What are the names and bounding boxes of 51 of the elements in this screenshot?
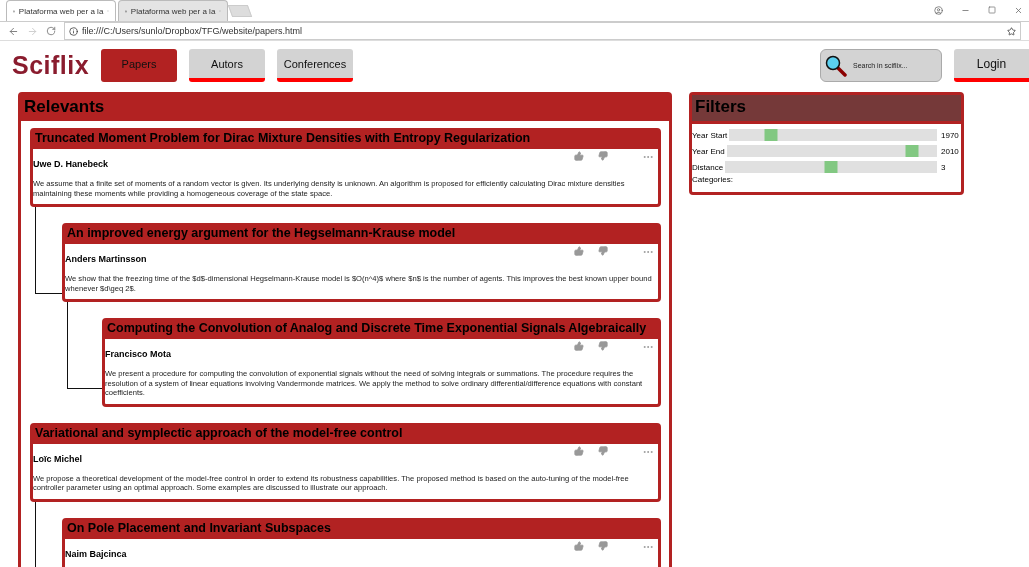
slider-label: Year End xyxy=(692,146,725,156)
panel-title: Relevants xyxy=(21,95,669,121)
slider-label: Distance xyxy=(692,162,724,172)
paper-card[interactable]: On Pole Placement and Invariant Subspaces Naim Bajcinca xyxy=(62,517,661,567)
reload-icon[interactable] xyxy=(46,26,56,36)
panel-title: Filters xyxy=(692,95,961,121)
paper-author: Loïc Michel xyxy=(33,453,83,464)
thumbs-down-icon[interactable] xyxy=(598,151,608,163)
nav-button[interactable]: Autors xyxy=(189,49,265,82)
slider-track[interactable] xyxy=(729,129,937,141)
thumbs-down-icon[interactable] xyxy=(598,246,608,258)
thumbs-up-icon[interactable] xyxy=(574,445,584,458)
forward-icon[interactable] xyxy=(27,25,38,37)
paper-author: Uwe D. Hanebeck xyxy=(33,159,110,169)
paper-card[interactable] xyxy=(30,128,661,207)
thumbs-down-icon[interactable] xyxy=(598,341,608,353)
paper-card[interactable] xyxy=(102,318,661,407)
bookmark-star-icon[interactable] xyxy=(1007,26,1016,36)
paper-card[interactable] xyxy=(62,223,661,302)
thumbs-up-icon[interactable] xyxy=(574,246,584,258)
slider-thumb[interactable] xyxy=(824,161,838,173)
nav-button[interactable]: Conferences xyxy=(277,49,353,82)
slider-thumb[interactable] xyxy=(764,129,778,141)
magnifier-icon xyxy=(825,54,847,77)
paper-card[interactable] xyxy=(30,422,661,502)
browser-tab[interactable]: Plataforma web per a la xyxy=(118,0,228,21)
slider-track[interactable] xyxy=(726,145,937,157)
logo[interactable]: Sciflix xyxy=(12,51,101,80)
new-tab-button[interactable] xyxy=(227,5,253,17)
slider-thumb[interactable] xyxy=(905,145,919,157)
thumbs-up-icon[interactable] xyxy=(574,151,584,163)
paper-author: Anders Martinsson xyxy=(65,254,148,264)
thumbs-down-icon[interactable] xyxy=(598,540,608,553)
back-icon[interactable] xyxy=(8,25,19,37)
login-button[interactable]: Login xyxy=(954,49,1029,82)
thumbs-up-icon[interactable] xyxy=(574,341,584,353)
slider-label: Year Start xyxy=(692,130,728,140)
address-bar[interactable]: file:///C:/Users/sunlo/Dropbox/TFG/website/papers.html xyxy=(64,22,1021,40)
slider-value: 3 xyxy=(941,162,947,172)
slider-value: 2010 xyxy=(941,146,960,156)
paper-author: Francisco Mota xyxy=(105,349,172,359)
thumbs-down-icon[interactable] xyxy=(598,445,608,458)
browser-tab[interactable]: Plataforma web per a la xyxy=(6,0,116,21)
restore-icon[interactable] xyxy=(988,6,996,14)
profile-icon[interactable] xyxy=(934,6,943,15)
slider-value: 1970 xyxy=(941,130,960,140)
paper-author: Naim Bajcinca xyxy=(65,548,128,559)
info-icon[interactable] xyxy=(69,26,78,36)
slider-track[interactable] xyxy=(725,161,937,173)
thumbs-up-icon[interactable] xyxy=(574,540,584,553)
categories-label: Categories: xyxy=(692,175,734,186)
